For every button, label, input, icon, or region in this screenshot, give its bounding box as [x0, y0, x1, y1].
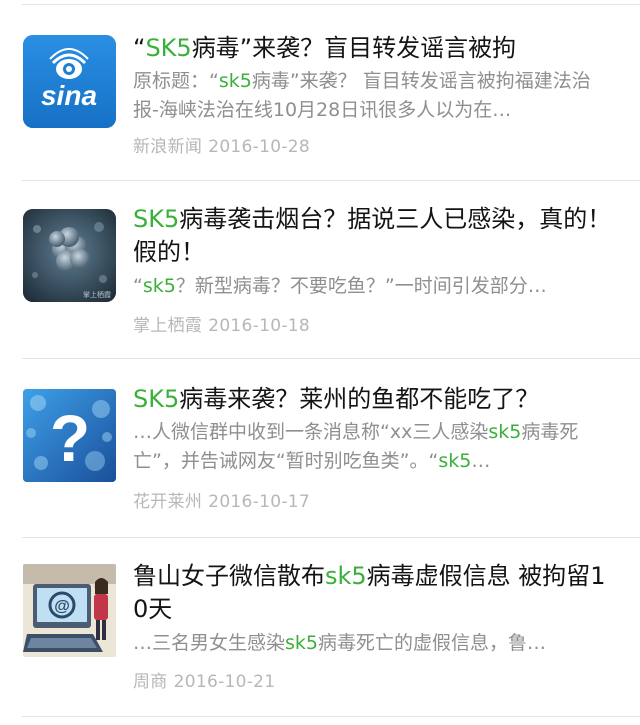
news-meta: 花开莱州 2016-10-17 [133, 487, 310, 512]
news-source: 新浪新闻 [133, 137, 203, 157]
thumb-watermark: 掌上栖霞 [83, 290, 111, 299]
news-summary: …人微信群中收到一条消息称“xx三人感染sk5病毒死亡”，并告诫网友“暂时别吃鱼… [133, 421, 579, 472]
news-item[interactable]: @ 鲁山女子微信散布sk5病毒虚假信息 被拘留10天 …三名男女生感染sk5病毒… [0, 538, 640, 713]
svg-text:?: ? [50, 401, 90, 475]
news-title[interactable]: SK5病毒袭击烟台？据说三人已感染，真的！假的！ [133, 203, 612, 269]
news-summary: 原标题：“sk5病毒”来袭？ 盲目转发谣言被拘福建法治报-海峡法治在线10月28… [133, 70, 591, 121]
news-date: 2016-10-21 [173, 672, 276, 692]
svg-text:@: @ [54, 598, 70, 615]
news-item[interactable]: ? SK5病毒来袭？莱州的鱼都不能吃了？ …人微信群中收到一条消息称“xx三人感… [0, 359, 640, 534]
news-meta: 掌上栖霞 2016-10-18 [133, 311, 310, 336]
news-date: 2016-10-28 [208, 137, 310, 157]
sina-logo-icon: sina [23, 35, 116, 128]
news-source: 周商 [133, 672, 168, 692]
news-date: 2016-10-17 [208, 492, 310, 512]
news-item[interactable]: sina “SK5病毒”来袭？盲目转发谣言被拘 原标题：“sk5病毒”来袭？ 盲… [0, 5, 640, 180]
news-title[interactable]: “SK5病毒”来袭？盲目转发谣言被拘 [133, 32, 612, 65]
news-title[interactable]: 鲁山女子微信散布sk5病毒虚假信息 被拘留10天 [133, 560, 612, 626]
news-date: 2016-10-18 [208, 316, 310, 336]
news-summary: “sk5？新型病毒？不要吃鱼？”一时间引发部分… [133, 275, 547, 297]
news-title[interactable]: SK5病毒来袭？莱州的鱼都不能吃了？ [133, 383, 612, 416]
news-meta: 新浪新闻 2016-10-28 [133, 132, 310, 157]
news-source: 掌上栖霞 [133, 316, 203, 336]
question-mark-icon: ? [23, 389, 116, 482]
divider [22, 716, 640, 717]
virus-cell-icon: 掌上栖霞 [23, 209, 116, 302]
sina-logo-text: sina [41, 80, 97, 111]
news-summary: …三名男女生感染sk5病毒死亡的虚假信息，鲁… [133, 632, 547, 654]
news-source: 花开莱州 [133, 492, 203, 512]
cartoon-computer-icon: @ [23, 564, 116, 657]
news-item[interactable]: 掌上栖霞 SK5病毒袭击烟台？据说三人已感染，真的！假的！ “sk5？新型病毒？… [0, 181, 640, 356]
news-meta: 周商 2016-10-21 [133, 667, 275, 692]
